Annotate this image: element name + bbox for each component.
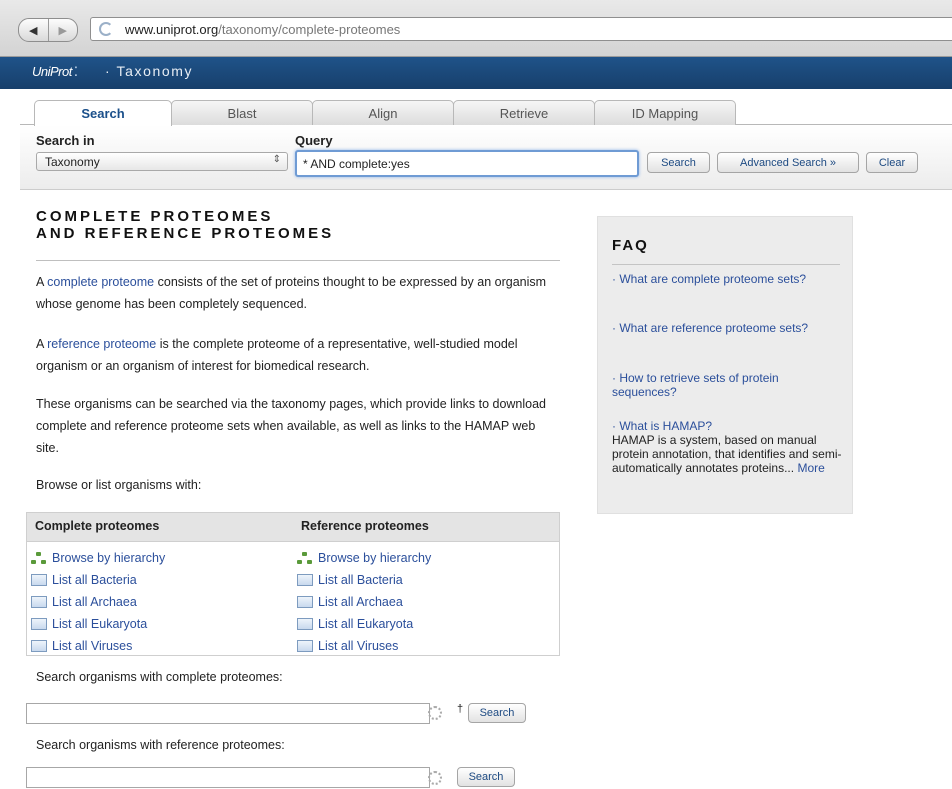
reference-organism-input[interactable] bbox=[26, 767, 430, 788]
tab-search[interactable]: Search bbox=[34, 100, 172, 126]
query-input[interactable]: * AND complete:yes bbox=[295, 150, 639, 177]
uniprot-logo[interactable]: UniProt ⁚ bbox=[32, 64, 78, 80]
tab-retrieve[interactable]: Retrieve bbox=[453, 100, 595, 125]
faq-more-link[interactable]: More bbox=[797, 461, 824, 475]
reload-icon[interactable] bbox=[99, 22, 113, 36]
section-breadcrumb[interactable]: · Taxonomy bbox=[105, 63, 193, 79]
url-path: /taxonomy/complete-proteomes bbox=[218, 21, 401, 37]
intro-paragraph-1: A complete proteome consists of the set … bbox=[36, 275, 547, 311]
list-icon bbox=[31, 618, 47, 630]
intro-paragraph-3: These organisms can be searched via the … bbox=[36, 397, 547, 455]
hierarchy-icon bbox=[297, 551, 313, 565]
page-title-line1: COMPLETE PROTEOMES bbox=[36, 208, 274, 225]
reference-proteome-link[interactable]: reference proteome bbox=[47, 337, 156, 351]
intro-paragraph-2: A reference proteome is the complete pro… bbox=[36, 337, 518, 373]
complete-search-button[interactable]: Search bbox=[468, 703, 526, 723]
reference-links-column: Browse by hierarchy List all Bacteria Li… bbox=[297, 547, 431, 657]
list-icon bbox=[31, 640, 47, 652]
complete-proteome-link[interactable]: complete proteome bbox=[47, 275, 154, 289]
complete-browse-hierarchy-link[interactable]: Browse by hierarchy bbox=[31, 547, 165, 569]
complete-list-viruses-link[interactable]: List all Viruses bbox=[31, 635, 165, 657]
faq-reference-proteome-link[interactable]: · What are reference proteome sets? bbox=[612, 321, 842, 335]
address-bar[interactable]: www.uniprot.org /taxonomy/complete-prote… bbox=[90, 17, 952, 41]
url-domain: www.uniprot.org bbox=[125, 21, 219, 37]
search-in-value: Taxonomy bbox=[45, 155, 100, 169]
search-reference-label: Search organisms with reference proteome… bbox=[36, 738, 285, 752]
title-divider bbox=[36, 260, 560, 261]
page-title: COMPLETE PROTEOMES AND REFERENCE PROTEOM… bbox=[36, 208, 334, 242]
reference-proteomes-header: Reference proteomes bbox=[301, 519, 429, 533]
list-icon bbox=[31, 596, 47, 608]
reference-list-bacteria-link[interactable]: List all Bacteria bbox=[297, 569, 431, 591]
reference-browse-hierarchy-link[interactable]: Browse by hierarchy bbox=[297, 547, 431, 569]
query-label: Query bbox=[295, 133, 333, 148]
reference-list-archaea-link[interactable]: List all Archaea bbox=[297, 591, 431, 613]
select-arrows-icon: ⇕ bbox=[272, 154, 281, 165]
advanced-search-button[interactable]: Advanced Search » bbox=[717, 152, 859, 173]
search-in-label: Search in bbox=[36, 133, 95, 148]
tab-blast[interactable]: Blast bbox=[171, 100, 313, 125]
faq-hamap-link[interactable]: · What is HAMAP? bbox=[612, 419, 842, 433]
complete-organism-input[interactable] bbox=[26, 703, 430, 724]
list-icon bbox=[31, 574, 47, 586]
spinner-icon bbox=[428, 706, 442, 720]
browse-label: Browse or list organisms with: bbox=[36, 478, 202, 492]
complete-list-archaea-link[interactable]: List all Archaea bbox=[31, 591, 165, 613]
spinner-icon bbox=[428, 771, 442, 785]
complete-list-bacteria-link[interactable]: List all Bacteria bbox=[31, 569, 165, 591]
list-icon bbox=[297, 574, 313, 586]
dagger-mark: † bbox=[457, 703, 464, 715]
complete-links-column: Browse by hierarchy List all Bacteria Li… bbox=[31, 547, 165, 657]
reference-list-viruses-link[interactable]: List all Viruses bbox=[297, 635, 431, 657]
faq-box: FAQ · What are complete proteome sets? ·… bbox=[597, 216, 853, 514]
proteome-browse-table: Complete proteomes Reference proteomes B… bbox=[26, 512, 560, 656]
faq-complete-proteome-link[interactable]: · What are complete proteome sets? bbox=[612, 272, 842, 286]
faq-title: FAQ bbox=[612, 237, 649, 254]
forward-button[interactable]: ▶ bbox=[47, 19, 78, 41]
faq-hamap-description: HAMAP is a system, based on manual prote… bbox=[612, 433, 842, 475]
tab-id-mapping[interactable]: ID Mapping bbox=[594, 100, 736, 125]
complete-proteomes-header: Complete proteomes bbox=[35, 519, 160, 533]
search-in-select[interactable]: Taxonomy ⇕ bbox=[36, 152, 288, 171]
site-header: UniProt ⁚ · Taxonomy bbox=[0, 57, 952, 89]
faq-divider bbox=[612, 264, 840, 265]
tool-tabs: Search Blast Align Retrieve ID Mapping bbox=[34, 100, 736, 126]
faq-retrieve-sets-link[interactable]: · How to retrieve sets of protein sequen… bbox=[612, 371, 842, 399]
search-complete-label: Search organisms with complete proteomes… bbox=[36, 670, 283, 684]
search-button[interactable]: Search bbox=[647, 152, 710, 173]
complete-list-eukaryota-link[interactable]: List all Eukaryota bbox=[31, 613, 165, 635]
table-header: Complete proteomes Reference proteomes bbox=[27, 513, 559, 542]
page-title-line2: AND REFERENCE PROTEOMES bbox=[36, 225, 335, 242]
hierarchy-icon bbox=[31, 551, 47, 565]
list-icon bbox=[297, 618, 313, 630]
tab-align[interactable]: Align bbox=[312, 100, 454, 125]
browser-toolbar: ◀ ▶ www.uniprot.org /taxonomy/complete-p… bbox=[0, 0, 952, 57]
reference-search-button[interactable]: Search bbox=[457, 767, 515, 787]
nav-buttons: ◀ ▶ bbox=[18, 18, 78, 42]
clear-button[interactable]: Clear bbox=[866, 152, 918, 173]
back-button[interactable]: ◀ bbox=[19, 19, 48, 41]
list-icon bbox=[297, 640, 313, 652]
list-icon bbox=[297, 596, 313, 608]
reference-list-eukaryota-link[interactable]: List all Eukaryota bbox=[297, 613, 431, 635]
